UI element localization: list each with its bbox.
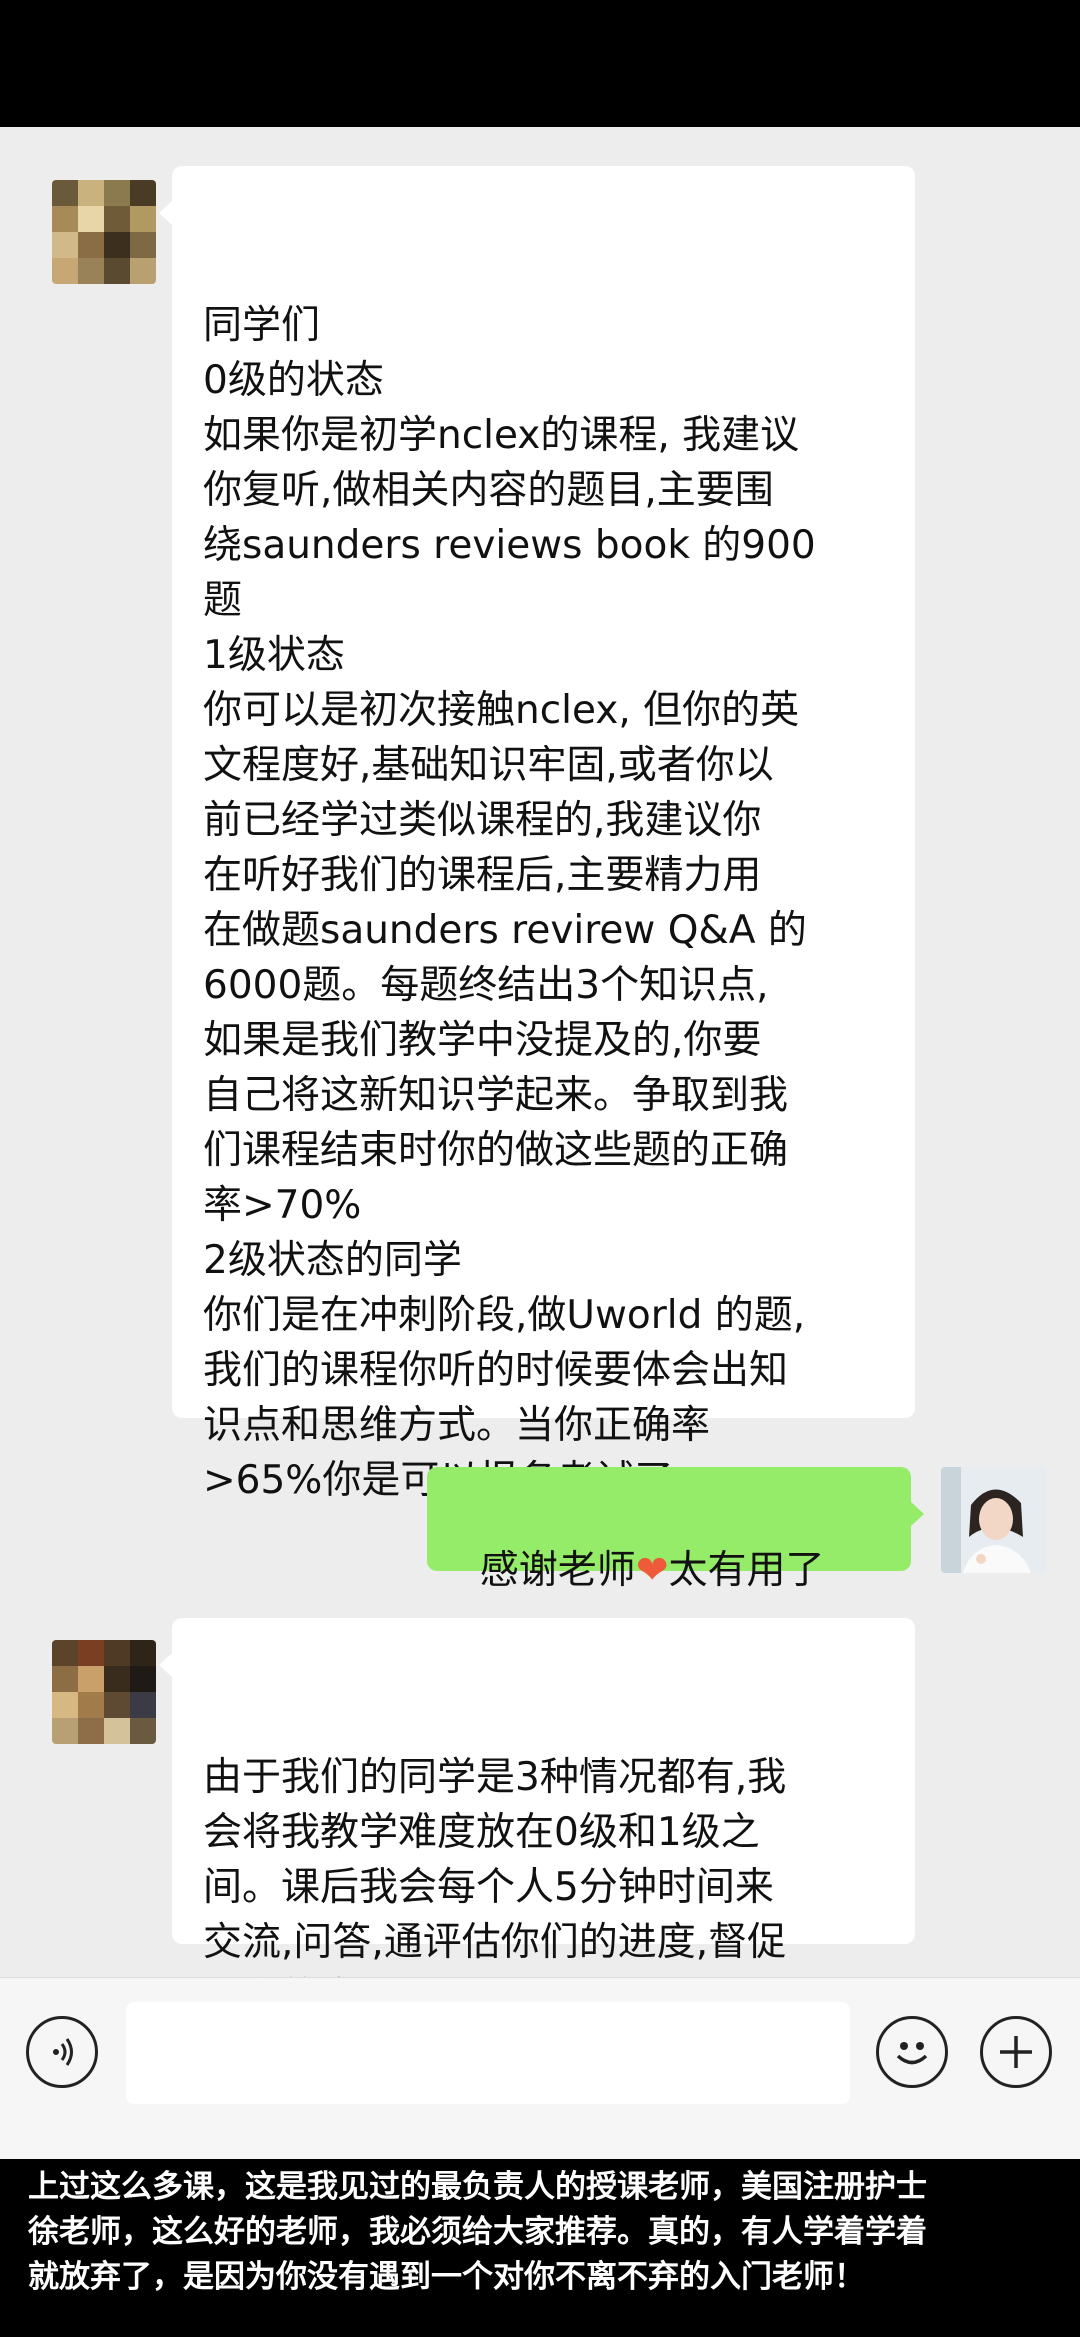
message-line: 前已经学过类似课程的,我建议你 — [203, 798, 762, 843]
message-line: 0级的状态 — [203, 358, 384, 403]
teacher-avatar[interactable] — [52, 1640, 156, 1744]
message-line: 题 — [203, 578, 243, 623]
caption-line: 上过这么多课，这是我见过的最负责人的授课老师，美国注册护士 — [28, 2169, 927, 2205]
message-line: 自己将这新知识学起来。争取到我 — [203, 1073, 789, 1118]
message-line: 文程度好,基础知识牢固,或者你以 — [203, 743, 774, 788]
caption-line: 就放弃了，是因为你没有遇到一个对你不离不弃的入门老师！ — [28, 2259, 865, 2295]
voice-button[interactable] — [26, 2016, 98, 2088]
message-line: 绕saunders reviews book 的900 — [203, 523, 816, 568]
message-line: 1级状态 — [203, 633, 345, 678]
message-line: 同学们 — [203, 303, 321, 348]
caption-text: 上过这么多课，这是我见过的最负责人的授课老师，美国注册护士 徐老师，这么好的老师，… — [28, 2165, 1068, 2300]
heart-emoji: ❤ — [635, 1548, 669, 1593]
message-line: 2级状态的同学 — [203, 1238, 462, 1283]
message-bubble-outgoing[interactable]: 感谢老师❤太有用了 — [427, 1467, 924, 1593]
message-line: 6000题。每题终结出3个知识点, — [203, 963, 769, 1008]
message-line: 在做题saunders revirew Q&A 的 — [203, 908, 807, 953]
message-line: 由于我们的同学是3种情况都有,我 — [203, 1755, 787, 1800]
chat-input-bar — [0, 1977, 1080, 2160]
message-line: 交流,问答,通评估你们的进度,督促 — [203, 1920, 787, 1965]
message-line: 如果你是初学nclex的课程, 我建议 — [203, 413, 800, 458]
pixelated-avatar-image — [52, 180, 156, 284]
message-line: 你可以是初次接触nclex, 但你的英 — [203, 688, 800, 733]
message-line: 在听好我们的课程后,主要精力用 — [203, 853, 762, 898]
message-text: 感谢老师 — [479, 1548, 636, 1593]
message-line: 间。课后我会每个人5分钟时间来 — [203, 1865, 774, 1910]
message-line: 你复听,做相关内容的题目,主要围 — [203, 468, 774, 513]
message-input[interactable] — [126, 2002, 850, 2104]
message-line: 如果是我们教学中没提及的,你要 — [203, 1018, 762, 1063]
message-bubble-incoming[interactable]: 同学们 0级的状态如果你是初学nclex的课程, 我建议 你复听,做相关内容的题目,… — [159, 166, 915, 1503]
top-black-bar — [0, 0, 1080, 127]
message-line: 识点和思维方式。当你正确率 — [203, 1403, 711, 1448]
caption-line: 徐老师，这么好的老师，我必须给大家推荐。真的，有人学着学着 — [28, 2214, 927, 2250]
pixelated-avatar-image — [52, 1640, 156, 1744]
message-line: 们课程结束时你的做这些题的正确 — [203, 1128, 789, 1173]
emoji-icon — [896, 2042, 928, 2065]
voice-icon — [53, 2038, 73, 2066]
message-line: 率>70% — [203, 1183, 362, 1228]
message-bubble-incoming[interactable]: 由于我们的同学是3种情况都有,我 会将我教学难度放在0级和1级之 间。课后我会每个人… — [159, 1618, 915, 2020]
message-line: 会将我教学难度放在0级和1级之 — [203, 1810, 760, 1855]
user-portrait-icon — [941, 1467, 1047, 1573]
emoji-button[interactable] — [876, 2016, 948, 2088]
message-line: 你们是在冲刺阶段,做Uworld 的题, — [203, 1293, 806, 1338]
message-text: 同学们 0级的状态如果你是初学nclex的课程, 我建议 你复听,做相关内容的题目,… — [203, 298, 885, 1508]
teacher-avatar[interactable] — [52, 180, 156, 284]
plus-icon — [1000, 2036, 1032, 2068]
message-line: 我们的课程你听的时候要体会出知 — [203, 1348, 789, 1393]
user-avatar[interactable] — [941, 1467, 1047, 1573]
more-button[interactable] — [980, 2016, 1052, 2088]
message-text: 太有用了 — [668, 1548, 825, 1593]
